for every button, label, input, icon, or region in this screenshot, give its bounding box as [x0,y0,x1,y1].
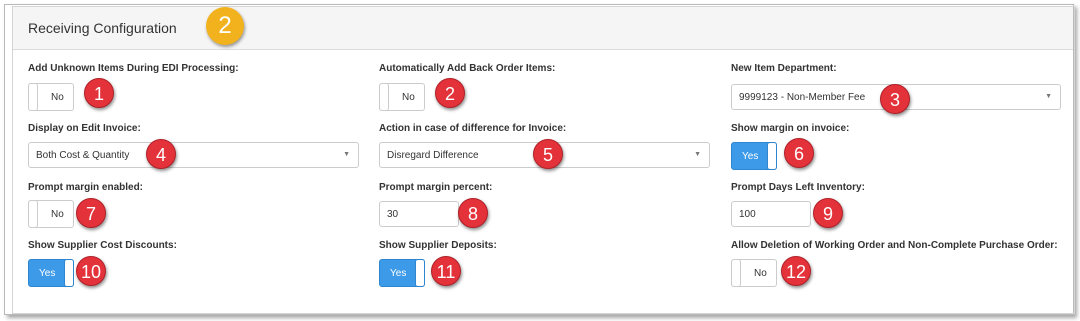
toggle-prompt-margin-enabled[interactable]: No [28,200,74,228]
toggle-add-unknown-items[interactable]: No [28,83,74,111]
label-action-difference-invoice: Action in case of difference for Invoice… [379,123,567,134]
annotation-badge-9: 9 [813,198,843,228]
input-value: 100 [739,209,756,220]
label-prompt-days-left-inventory: Prompt Days Left Inventory: [731,182,865,193]
label-auto-add-back-order: Automatically Add Back Order Items: [379,63,556,74]
toggle-value: Yes [390,268,407,279]
input-prompt-margin-percent[interactable]: 30 [379,201,459,227]
label-add-unknown-items: Add Unknown Items During EDI Processing: [28,63,239,74]
annotation-badge-7: 7 [76,198,106,228]
panel-title: Receiving Configuration [28,20,177,36]
toggle-value: No [402,92,415,103]
annotation-badge-8: 8 [458,198,488,228]
toggle-value: No [51,209,64,220]
toggle-knob [415,259,425,287]
annotation-badge-5: 5 [533,139,563,169]
label-prompt-margin-percent: Prompt margin percent: [379,182,493,193]
chevron-down-icon: ▼ [1045,93,1052,100]
label-allow-deletion-working-order: Allow Deletion of Working Order and Non-… [731,240,1058,251]
chevron-down-icon: ▼ [343,151,350,158]
toggle-auto-add-back-order[interactable]: No [379,83,425,111]
label-prompt-margin-enabled: Prompt margin enabled: [28,182,144,193]
annotation-badge-3: 3 [880,84,910,114]
label-new-item-department: New Item Department: [731,63,837,74]
select-display-on-edit-invoice[interactable]: Both Cost & Quantity ▼ [28,142,359,168]
annotation-badge-2: 2 [435,78,465,108]
toggle-value: Yes [742,151,759,162]
toggle-knob [28,200,38,228]
annotation-badge-11: 11 [431,256,461,286]
select-value: Both Cost & Quantity [36,150,130,161]
annotation-badge-4: 4 [146,139,176,169]
toggle-knob [379,83,389,111]
toggle-value: Yes [39,268,56,279]
select-value: 9999123 - Non-Member Fee [739,92,866,103]
toggle-show-supplier-deposits[interactable]: Yes [379,259,425,287]
toggle-value: No [754,268,767,279]
toggle-knob [28,83,38,111]
input-value: 30 [387,209,399,220]
label-show-margin-invoice: Show margin on invoice: [731,123,850,134]
label-display-on-edit-invoice: Display on Edit Invoice: [28,123,141,134]
chevron-down-icon: ▼ [694,151,701,158]
annotation-badge-1: 1 [84,78,114,108]
annotation-badge-10: 10 [76,256,106,286]
toggle-knob [767,142,777,170]
toggle-allow-deletion-working-order[interactable]: No [731,259,777,287]
annotation-badge-12: 12 [781,256,811,286]
label-show-supplier-cost-discounts: Show Supplier Cost Discounts: [28,240,177,251]
toggle-knob [64,259,74,287]
toggle-value: No [51,92,64,103]
input-prompt-days-left-inventory[interactable]: 100 [731,201,811,227]
annotation-badge-6: 6 [784,138,814,168]
select-value: Disregard Difference [387,150,479,161]
toggle-show-supplier-cost-discounts[interactable]: Yes [28,259,74,287]
label-show-supplier-deposits: Show Supplier Deposits: [379,240,497,251]
toggle-knob [731,259,741,287]
step-badge: 2 [206,7,244,45]
toggle-show-margin-invoice[interactable]: Yes [731,142,777,170]
